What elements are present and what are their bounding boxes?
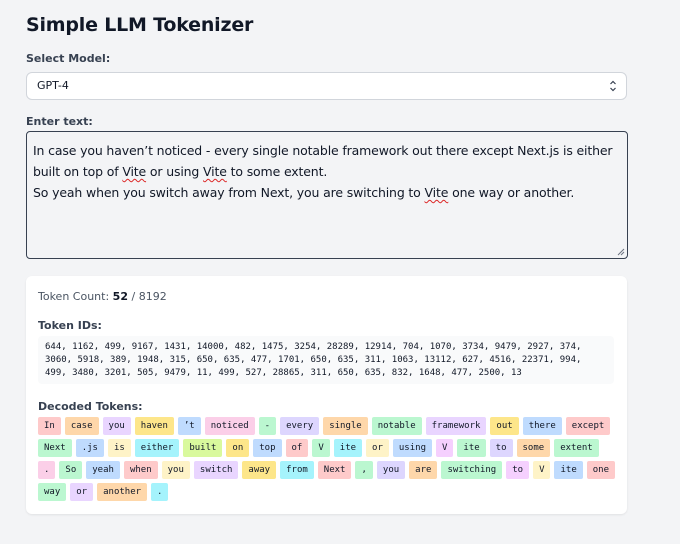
token-chip: away <box>242 461 277 479</box>
misspelled-word: Vite <box>424 185 449 200</box>
token-chip: on <box>226 439 250 457</box>
token-chip: top <box>253 439 282 457</box>
token-chip: some <box>516 439 551 457</box>
decoded-tokens-label: Decoded Tokens: <box>38 400 143 413</box>
token-chip: case <box>64 417 99 435</box>
token-chip: of <box>285 439 309 457</box>
token-ids-label: Token IDs: <box>38 319 102 332</box>
token-chip: In <box>38 417 61 435</box>
token-chip: from <box>280 461 314 479</box>
token-chip: ite <box>554 461 583 479</box>
token-chip: another <box>97 483 148 501</box>
token-chip: one <box>586 461 616 479</box>
token-chip: extent <box>554 439 599 457</box>
token-chip: .js <box>75 439 104 457</box>
text-input[interactable]: In case you haven’t noticed - every sing… <box>26 131 628 259</box>
model-select[interactable]: GPT-4 <box>26 72 627 100</box>
token-chip: out <box>490 417 519 435</box>
token-chip: , <box>355 461 373 479</box>
token-chip: . <box>151 483 169 501</box>
resize-handle-icon[interactable] <box>617 248 625 256</box>
token-chip: notable <box>371 417 422 435</box>
token-chip: when <box>123 461 158 479</box>
token-count-value: 52 <box>112 290 128 303</box>
token-chip: either <box>134 439 180 457</box>
select-model-label: Select Model: <box>26 52 111 65</box>
token-chip: to <box>506 461 530 479</box>
token-chip: are <box>409 461 438 479</box>
token-chip: except <box>565 417 611 435</box>
results-panel: Token Count: 52 / 8192 Token IDs: 644, 1… <box>26 276 627 514</box>
token-chip: - <box>258 417 277 435</box>
chevron-updown-icon <box>610 80 616 92</box>
token-chip: haven <box>134 417 174 435</box>
token-chip: Next <box>38 439 72 457</box>
token-chip: you <box>161 461 190 479</box>
token-chip: ite <box>333 439 363 457</box>
token-count: Token Count: 52 / 8192 <box>38 290 167 303</box>
token-chip: noticed <box>204 417 255 435</box>
enter-text-label: Enter text: <box>26 115 93 128</box>
token-chip: . <box>38 461 56 479</box>
token-chip: there <box>522 417 562 435</box>
token-chip: single <box>323 417 368 435</box>
token-chip: or <box>366 439 389 457</box>
token-chip: every <box>280 417 320 435</box>
token-chip: framework <box>425 417 487 435</box>
page-title: Simple LLM Tokenizer <box>26 14 254 36</box>
token-chip: built <box>183 439 223 457</box>
token-count-max: 8192 <box>138 290 167 303</box>
token-ids-box: 644, 1162, 499, 9167, 1431, 14000, 482, … <box>38 336 614 384</box>
token-chip: using <box>392 439 432 457</box>
token-chip: way <box>38 483 67 501</box>
token-chip: you <box>102 417 131 435</box>
token-chip: So <box>59 461 83 479</box>
token-chip: ’t <box>177 417 201 435</box>
token-chip: Next <box>317 461 352 479</box>
model-select-value: GPT-4 <box>37 79 69 92</box>
misspelled-word: Vite <box>203 164 227 179</box>
token-chip: or <box>70 483 94 501</box>
token-chip: switching <box>441 461 503 479</box>
token-chip: to <box>489 439 513 457</box>
token-chip: V <box>312 439 330 457</box>
decoded-tokens: In case you haven’t noticed - every single notab… <box>38 417 618 501</box>
token-chip: V <box>533 461 551 479</box>
token-chip: is <box>107 439 131 457</box>
misspelled-word: Vite <box>122 164 147 179</box>
token-chip: switch <box>193 461 239 479</box>
token-chip: ite <box>457 439 486 457</box>
token-chip: yeah <box>86 461 120 479</box>
token-chip: you <box>376 461 406 479</box>
token-chip: V <box>435 439 454 457</box>
